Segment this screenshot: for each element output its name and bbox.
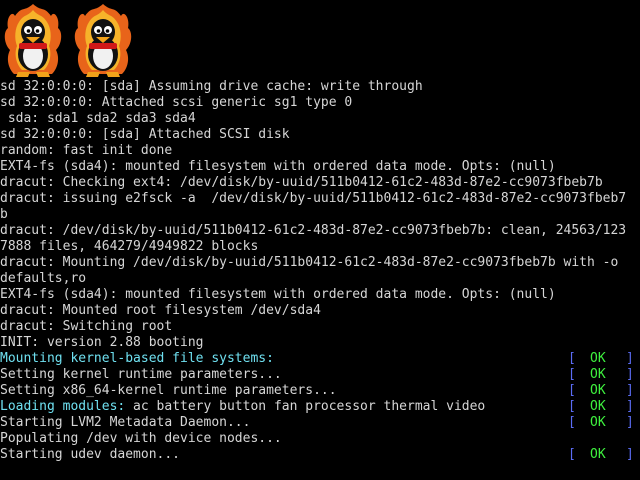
status-bracket-right: ] [626, 351, 634, 366]
console-line: EXT4-fs (sda4): mounted filesystem with … [0, 287, 640, 303]
console-line-text: dracut: /dev/disk/by-uuid/511b0412-61c2-… [0, 223, 627, 238]
console-line: sd 32:0:0:0: [sda] Attached SCSI disk [0, 127, 640, 143]
console-line-text: 7888 files, 464279/4949822 blocks [0, 239, 259, 254]
console-line: dracut: Checking ext4: /dev/disk/by-uuid… [0, 175, 640, 191]
status-ok-label: OK [590, 415, 606, 430]
console-line: Setting x86_64-kernel runtime parameters… [0, 383, 640, 399]
console-line-text: sda: sda1 sda2 sda3 sda4 [0, 111, 196, 126]
status-indicator: [ OK] [568, 415, 634, 431]
status-ok-label: OK [590, 367, 606, 382]
status-bracket-left: [ [568, 383, 576, 398]
console-line: sd 32:0:0:0: Attached scsi generic sg1 t… [0, 95, 640, 111]
console-line-text: EXT4-fs (sda4): mounted filesystem with … [0, 159, 556, 174]
console-line-text: random: fast init done [0, 143, 173, 158]
status-bracket-left: [ [568, 447, 576, 462]
console-line: Starting LVM2 Metadata Daemon... [ OK] [0, 415, 640, 431]
status-bracket-right: ] [626, 447, 634, 462]
console-line: dracut: Mounting /dev/disk/by-uuid/511b0… [0, 255, 640, 271]
console-line-text: dracut: Mounting /dev/disk/by-uuid/511b0… [0, 255, 619, 270]
console-line-text: dracut: Mounted root filesystem /dev/sda… [0, 303, 321, 318]
console-line: dracut: /dev/disk/by-uuid/511b0412-61c2-… [0, 223, 640, 239]
status-bracket-right: ] [626, 383, 634, 398]
status-bracket-right: ] [626, 367, 634, 382]
console-line-text: dracut: Checking ext4: /dev/disk/by-uuid… [0, 175, 603, 190]
console-line-text: Starting udev daemon... [0, 447, 181, 462]
console-line: Setting kernel runtime parameters... [ OK] [0, 367, 640, 383]
console-line: Loading modules: ac battery button fan p… [0, 399, 640, 415]
tux-penguin-flame-icon [74, 4, 132, 77]
console-line-text: sd 32:0:0:0: Attached scsi generic sg1 t… [0, 95, 353, 110]
status-ok-label: OK [590, 383, 606, 398]
console-line: b [0, 207, 640, 223]
console-line: Populating /dev with device nodes... [0, 431, 640, 447]
console-line-text: sd 32:0:0:0: [sda] Attached SCSI disk [0, 127, 290, 142]
status-indicator: [ OK] [568, 447, 634, 463]
tux-penguin-flame-icon [4, 4, 62, 77]
console-line: random: fast init done [0, 143, 640, 159]
status-ok-label: OK [590, 399, 606, 414]
console-line-text: Populating /dev with device nodes... [0, 431, 282, 446]
console-line-text: INIT: version 2.88 booting [0, 335, 204, 350]
console-line-highlight: Mounting kernel-based file systems: [0, 351, 274, 366]
console-line: sd 32:0:0:0: [sda] Assuming drive cache:… [0, 79, 640, 95]
console-line-text: dracut: Switching root [0, 319, 173, 334]
console-line: Starting udev daemon... [ OK] [0, 447, 640, 463]
console-line-text: ac battery button fan processor thermal … [125, 399, 486, 414]
console-line: dracut: Switching root [0, 319, 640, 335]
console-line: dracut: issuing e2fsck -a /dev/disk/by-u… [0, 191, 640, 207]
console-line-text: defaults,ro [0, 271, 87, 286]
console-line: 7888 files, 464279/4949822 blocks [0, 239, 640, 255]
console-line-text: Setting kernel runtime parameters... [0, 367, 282, 382]
console-line-text: Starting LVM2 Metadata Daemon... [0, 415, 251, 430]
status-ok-label: OK [590, 447, 606, 462]
status-bracket-left: [ [568, 367, 576, 382]
console-line: Mounting kernel-based file systems: [ OK] [0, 351, 640, 367]
status-bracket-left: [ [568, 399, 576, 414]
console-line-text: sd 32:0:0:0: [sda] Assuming drive cache:… [0, 79, 423, 94]
console-line-text: b [0, 207, 8, 222]
console-line: dracut: Mounted root filesystem /dev/sda… [0, 303, 640, 319]
console-line-text: EXT4-fs (sda4): mounted filesystem with … [0, 287, 556, 302]
boot-console: sd 32:0:0:0: [sda] Assuming drive cache:… [0, 79, 640, 463]
console-line-highlight: Loading modules: [0, 399, 126, 414]
console-line: EXT4-fs (sda4): mounted filesystem with … [0, 159, 640, 175]
status-bracket-right: ] [626, 415, 634, 430]
console-line: defaults,ro [0, 271, 640, 287]
status-indicator: [ OK] [568, 367, 634, 383]
status-bracket-right: ] [626, 399, 634, 414]
boot-logo-strip [2, 2, 134, 80]
console-line: sda: sda1 sda2 sda3 sda4 [0, 111, 640, 127]
status-bracket-left: [ [568, 415, 576, 430]
status-indicator: [ OK] [568, 383, 634, 399]
console-line-text: dracut: issuing e2fsck -a /dev/disk/by-u… [0, 191, 627, 206]
status-ok-label: OK [590, 351, 606, 366]
status-indicator: [ OK] [568, 399, 634, 415]
status-indicator: [ OK] [568, 351, 634, 367]
console-line-text: Setting x86_64-kernel runtime parameters… [0, 383, 337, 398]
status-bracket-left: [ [568, 351, 576, 366]
console-line: INIT: version 2.88 booting [0, 335, 640, 351]
